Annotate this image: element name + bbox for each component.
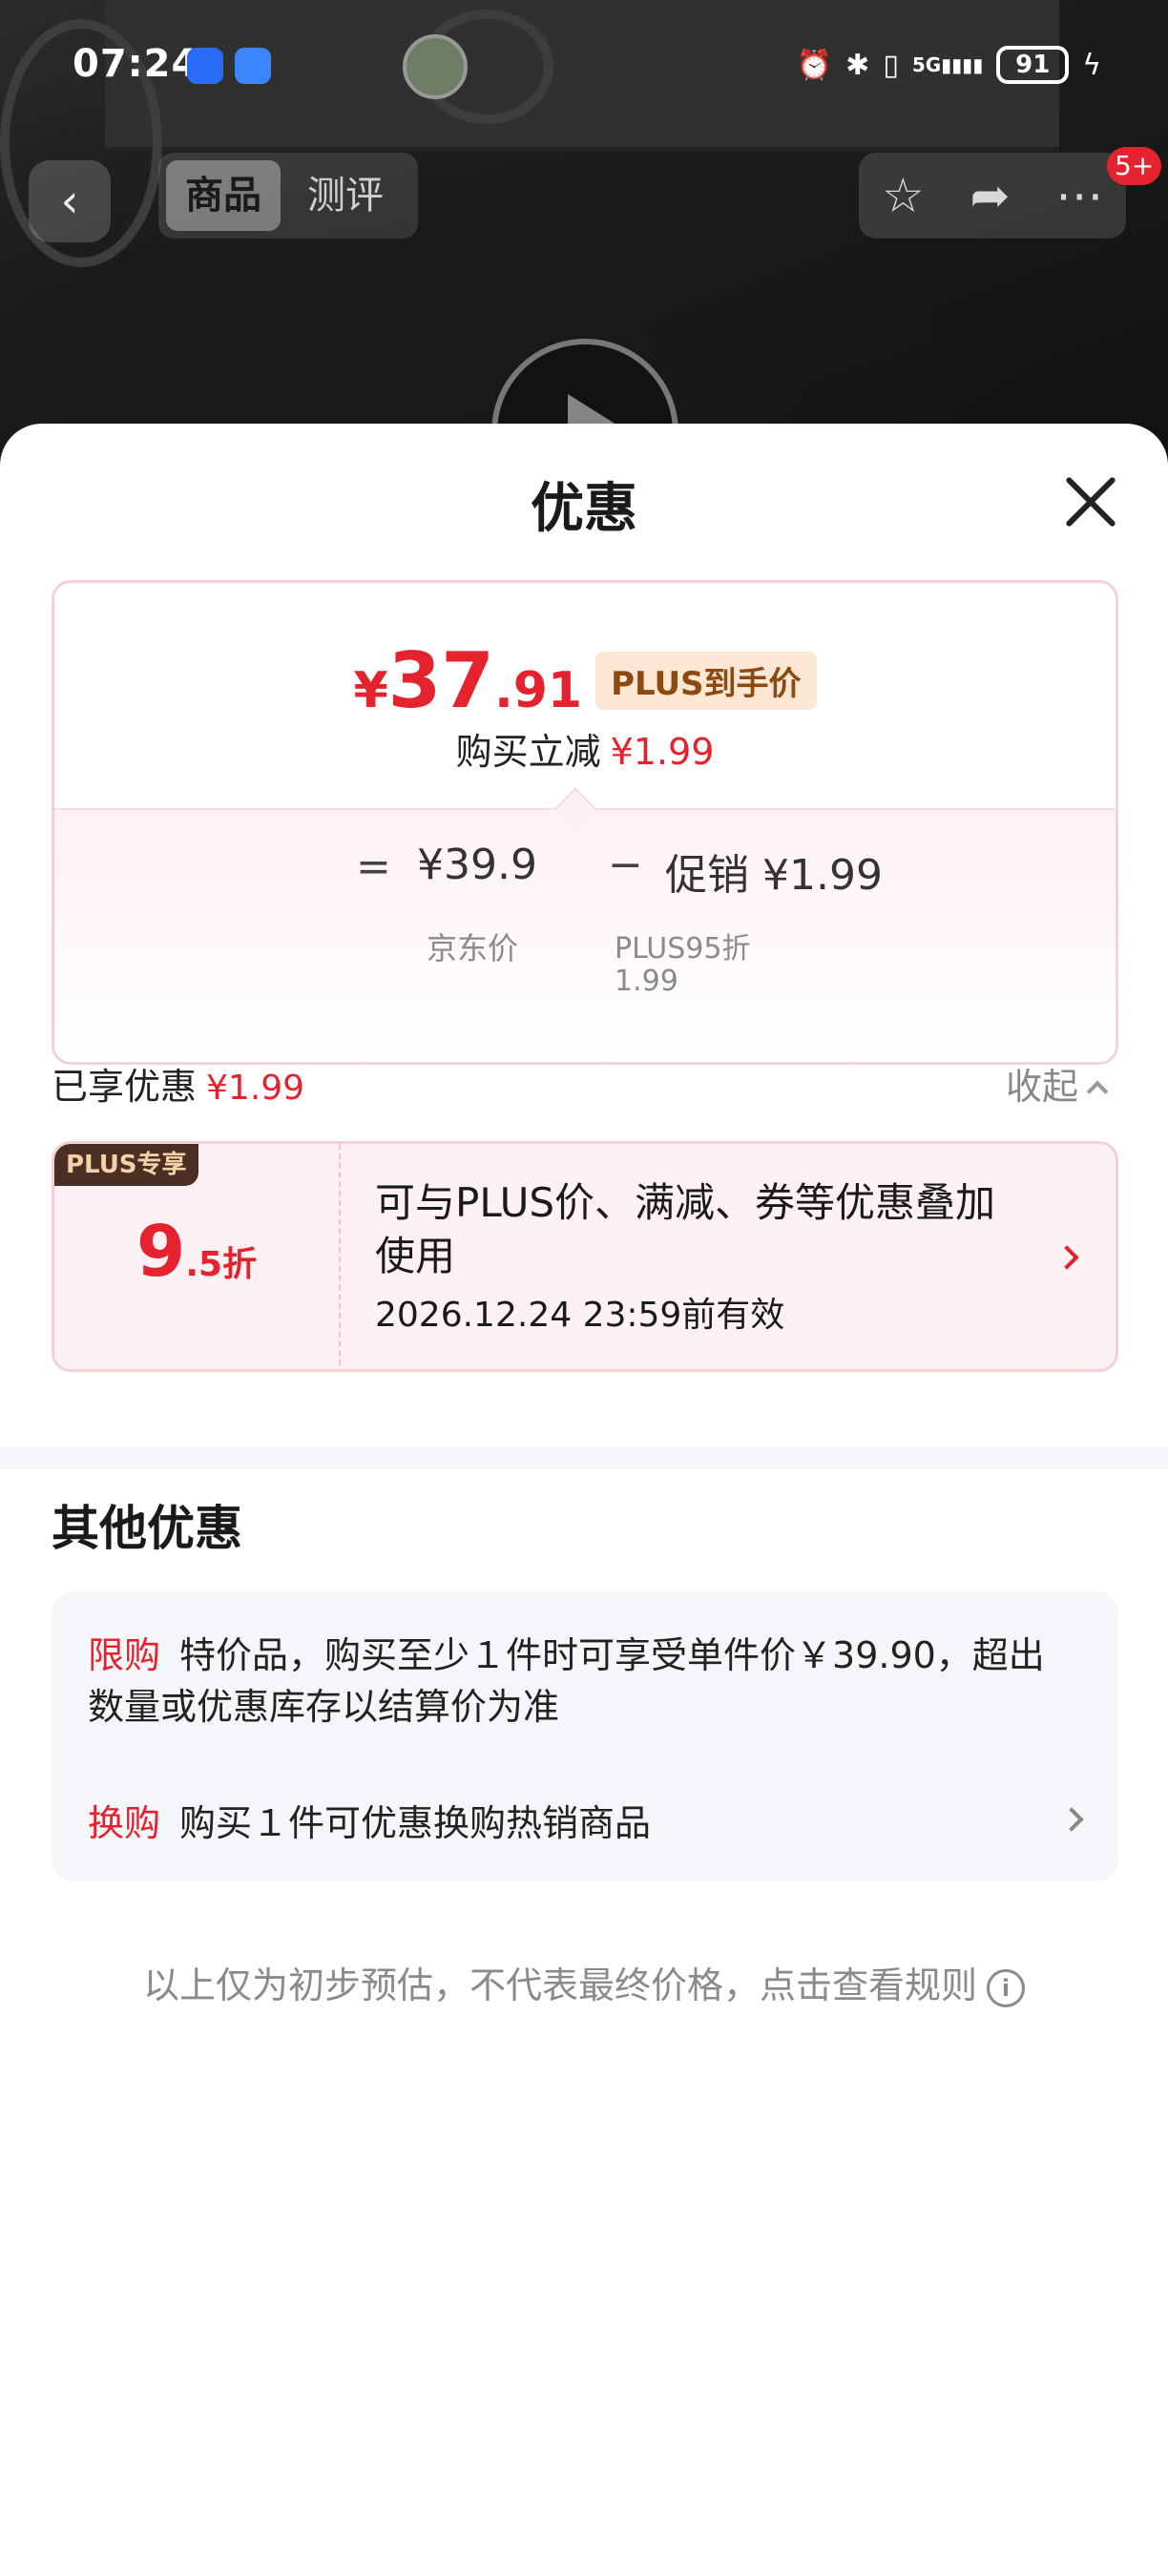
back-icon[interactable]: ‹ (29, 160, 111, 242)
plus-exclusive-tag: PLUS专享 (54, 1144, 198, 1186)
close-icon[interactable] (1061, 473, 1118, 530)
promo-sub-amount: 1.99 (615, 965, 678, 998)
price-currency: ¥ (353, 662, 388, 719)
other-discounts-list: 限购 特价品，购买至少１件时可享受单件价￥39.90，超出数量或优惠库存以结算价为… (52, 1591, 1118, 1881)
price-formula: = ¥39.9 − 促销 ¥1.99 京东价 PLUS95折 1.99 (54, 787, 1116, 1062)
plus-price-tag: PLUS到手价 (595, 652, 817, 710)
jd-price: ¥39.9 (417, 841, 537, 889)
tab-review[interactable]: 测评 (288, 160, 403, 231)
product-tabs: 商品 测评 (158, 153, 418, 239)
coupon-divider (339, 1144, 341, 1369)
enjoyed-label: 已享优惠 (52, 1066, 198, 1108)
chevron-up-icon (1086, 1080, 1109, 1102)
shield-icon (187, 48, 223, 84)
jd-price-label: 京东价 (427, 930, 519, 966)
more-icon[interactable]: ⋯ (1055, 168, 1103, 223)
status-icons: ⏰ ✱ ▯ 5G▮▮▮▮ 91 ϟ (797, 46, 1101, 84)
exchange-text: 购买１件可优惠换购热销商品 (179, 1802, 652, 1844)
status-time: 07:24 (73, 42, 199, 86)
reduce-row: 购买立减 ¥1.99 (54, 722, 1116, 775)
share-icon[interactable]: ➦ (970, 168, 1010, 223)
sheet-title: 优惠 (531, 478, 637, 540)
limit-text: 特价品，购买至少１件时可享受单件价￥39.90，超出数量或优惠库存以结算价为准 (88, 1634, 1045, 1728)
enjoyed-discount: 已享优惠 ¥1.99 (52, 1057, 304, 1110)
info-icon[interactable]: i (987, 1968, 1025, 2007)
price-decimal: .91 (493, 662, 583, 719)
promo-sub-label: PLUS95折 (615, 932, 751, 966)
coupon-description: 可与PLUS价、满减、券等优惠叠加使用 (375, 1179, 996, 1279)
tab-product[interactable]: 商品 (166, 160, 281, 231)
exchange-label: 换购 (88, 1802, 161, 1844)
limit-label: 限购 (88, 1634, 161, 1676)
rules-footnote[interactable]: 以上仅为初步预估，不代表最终价格，点击查看规则 i (0, 1956, 1168, 2008)
header-actions: ☆ ➦ ⋯ (859, 153, 1126, 239)
product-header: ‹ 商品 测评 ☆ ➦ ⋯ 5+ (0, 147, 1168, 248)
alarm-icon: ⏰ (796, 48, 833, 82)
floating-avatar (403, 34, 468, 99)
list-item: 限购 特价品，购买至少１件时可享受单件价￥39.90，超出数量或优惠库存以结算价为… (88, 1630, 1061, 1733)
final-price: ¥37.91 (353, 636, 582, 725)
formula-notch (553, 787, 597, 831)
price-card: ¥37.91 PLUS到手价 购买立减 ¥1.99 = ¥39.9 − 促销 ¥1.… (52, 580, 1118, 1065)
message-count-badge: 5+ (1107, 147, 1162, 185)
network-type: 5G (911, 53, 942, 76)
battery-icon: 91 (996, 46, 1070, 84)
vibrate-icon: ▯ (883, 48, 899, 82)
chevron-right-icon[interactable] (1059, 1807, 1084, 1832)
footnote-text: 以上仅为初步预估，不代表最终价格，点击查看规则 (142, 1964, 977, 2006)
charging-icon: ϟ (1082, 48, 1101, 82)
collapse-button[interactable]: 收起 (1006, 1057, 1109, 1110)
bluetooth-icon: ✱ (845, 48, 870, 82)
final-price-row: ¥37.91 PLUS到手价 (54, 636, 1116, 725)
discount-small: .5折 (185, 1245, 258, 1284)
section-divider (0, 1446, 1168, 1469)
coupon-validity: 2026.12.24 23:59前有效 (375, 1296, 785, 1335)
reduce-label: 购买立减 (455, 731, 601, 773)
price-integer: 37 (387, 636, 494, 725)
signal-icon: 5G▮▮▮▮ (911, 53, 984, 76)
star-icon[interactable]: ☆ (882, 168, 925, 223)
other-discounts-title: 其他优惠 (52, 1501, 242, 1556)
promo-amount: 促销 ¥1.99 (665, 851, 883, 900)
reduce-amount: ¥1.99 (610, 731, 715, 773)
collapse-label: 收起 (1006, 1066, 1079, 1108)
plus-coupon[interactable]: PLUS专享 9.5折 可与PLUS价、满减、券等优惠叠加使用 2026.12.… (52, 1141, 1118, 1372)
coupon-discount: 9.5折 (54, 1211, 339, 1293)
list-item[interactable]: 换购 购买１件可优惠换购热销商品 (88, 1794, 1061, 1846)
enjoyed-amount: ¥1.99 (206, 1069, 305, 1108)
discount-big: 9 (136, 1211, 186, 1293)
equals-sign: = (356, 842, 391, 891)
status-bar: 07:24 ⏰ ✱ ▯ 5G▮▮▮▮ 91 ϟ (0, 0, 1168, 134)
message-icon (235, 48, 271, 84)
chevron-right-icon (1054, 1245, 1079, 1270)
minus-sign: − (608, 841, 643, 889)
